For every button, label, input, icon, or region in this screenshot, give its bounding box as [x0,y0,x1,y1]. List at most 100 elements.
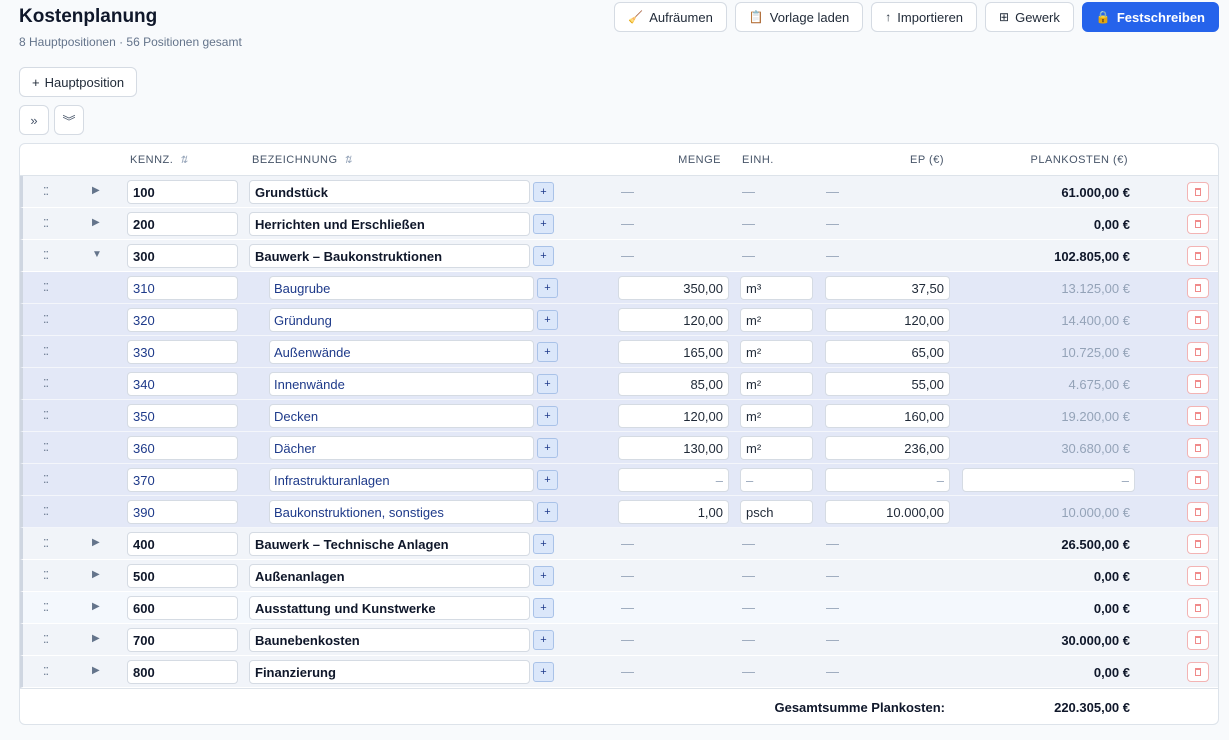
add-sub-position-button[interactable]: + [533,246,554,266]
drag-handle-icon[interactable]: ⁚⁚ [43,473,49,486]
name-input[interactable]: Bauwerk – Baukonstruktionen [249,244,530,268]
load-template-button[interactable]: 📋 Vorlage laden [734,2,864,32]
unit-input[interactable]: m² [740,340,813,364]
unit-price-input[interactable]: 10.000,00 [825,500,950,524]
name-input[interactable]: Finanzierung [249,660,530,684]
add-sub-position-button[interactable]: + [537,502,558,522]
add-sub-position-button[interactable]: + [537,310,558,330]
add-sub-position-button[interactable]: + [537,470,558,490]
delete-button[interactable] [1187,406,1209,426]
code-input[interactable]: 320 [127,308,238,332]
unit-input[interactable]: m² [740,372,813,396]
delete-button[interactable] [1187,662,1209,682]
code-input[interactable]: 310 [127,276,238,300]
name-input[interactable]: Baukonstruktionen, sonstiges [269,500,534,524]
collapse-all-button[interactable]: ︾ [54,105,84,135]
unit-price-input[interactable]: 55,00 [825,372,950,396]
delete-button[interactable] [1187,470,1209,490]
delete-button[interactable] [1187,438,1209,458]
drag-handle-icon[interactable]: ⁚⁚ [43,409,49,422]
unit-price-input[interactable]: 37,50 [825,276,950,300]
drag-handle-icon[interactable]: ⁚⁚ [43,281,49,294]
drag-handle-icon[interactable]: ⁚⁚ [43,569,49,582]
name-input[interactable]: Decken [269,404,534,428]
column-header-name[interactable]: BEZEICHNUNG ⇅ [252,154,352,166]
unit-price-input[interactable]: 236,00 [825,436,950,460]
commit-button[interactable]: 🔒 Festschreiben [1081,2,1219,32]
unit-input[interactable]: m² [740,404,813,428]
name-input[interactable]: Baunebenkosten [249,628,530,652]
unit-input[interactable]: m² [740,436,813,460]
qty-input[interactable]: 85,00 [618,372,729,396]
name-input[interactable]: Bauwerk – Technische Anlagen [249,532,530,556]
delete-button[interactable] [1187,534,1209,554]
name-input[interactable]: Außenwände [269,340,534,364]
add-sub-position-button[interactable]: + [533,566,554,586]
add-main-position-button[interactable]: + Hauptposition [19,67,138,97]
delete-button[interactable] [1187,342,1209,362]
add-sub-position-button[interactable]: + [537,342,558,362]
add-sub-position-button[interactable]: + [533,630,554,650]
drag-handle-icon[interactable]: ⁚⁚ [43,185,49,198]
chevron-right-icon[interactable]: ▶ [92,601,100,612]
code-input[interactable]: 390 [127,500,238,524]
name-input[interactable]: Innenwände [269,372,534,396]
delete-button[interactable] [1187,566,1209,586]
add-sub-position-button[interactable]: + [537,438,558,458]
drag-handle-icon[interactable]: ⁚⁚ [43,665,49,678]
delete-button[interactable] [1187,630,1209,650]
delete-button[interactable] [1187,598,1209,618]
delete-button[interactable] [1187,246,1209,266]
drag-handle-icon[interactable]: ⁚⁚ [43,217,49,230]
import-button[interactable]: ↑ Importieren [871,2,978,32]
delete-button[interactable] [1187,374,1209,394]
code-input[interactable]: 340 [127,372,238,396]
code-input[interactable]: 700 [127,628,238,652]
add-sub-position-button[interactable]: + [537,406,558,426]
qty-input[interactable]: 120,00 [618,404,729,428]
delete-button[interactable] [1187,214,1209,234]
code-input[interactable]: 200 [127,212,238,236]
unit-input[interactable]: – [740,468,813,492]
qty-input[interactable]: 350,00 [618,276,729,300]
planned-cost-input[interactable]: – [962,468,1135,492]
delete-button[interactable] [1187,502,1209,522]
column-header-code[interactable]: KENNZ. ⇅ [130,154,188,166]
chevron-right-icon[interactable]: ▶ [92,217,100,228]
chevron-right-icon[interactable]: ▶ [92,665,100,676]
qty-input[interactable]: – [618,468,729,492]
chevron-down-icon[interactable]: ▼ [92,249,102,260]
add-sub-position-button[interactable]: + [533,534,554,554]
qty-input[interactable]: 165,00 [618,340,729,364]
delete-button[interactable] [1187,310,1209,330]
name-input[interactable]: Ausstattung und Kunstwerke [249,596,530,620]
add-sub-position-button[interactable]: + [533,214,554,234]
name-input[interactable]: Baugrube [269,276,534,300]
cleanup-button[interactable]: 🧹 Aufräumen [614,2,727,32]
drag-handle-icon[interactable]: ⁚⁚ [43,313,49,326]
code-input[interactable]: 300 [127,244,238,268]
qty-input[interactable]: 1,00 [618,500,729,524]
chevron-right-icon[interactable]: ▶ [92,185,100,196]
code-input[interactable]: 370 [127,468,238,492]
name-input[interactable]: Herrichten und Erschließen [249,212,530,236]
code-input[interactable]: 800 [127,660,238,684]
drag-handle-icon[interactable]: ⁚⁚ [43,249,49,262]
name-input[interactable]: Dächer [269,436,534,460]
add-sub-position-button[interactable]: + [537,374,558,394]
add-sub-position-button[interactable]: + [533,598,554,618]
drag-handle-icon[interactable]: ⁚⁚ [43,505,49,518]
expand-all-button[interactable]: » [19,105,49,135]
drag-handle-icon[interactable]: ⁚⁚ [43,441,49,454]
qty-input[interactable]: 120,00 [618,308,729,332]
name-input[interactable]: Gründung [269,308,534,332]
name-input[interactable]: Außenanlagen [249,564,530,588]
code-input[interactable]: 500 [127,564,238,588]
delete-button[interactable] [1187,278,1209,298]
unit-price-input[interactable]: 120,00 [825,308,950,332]
add-sub-position-button[interactable]: + [533,182,554,202]
code-input[interactable]: 330 [127,340,238,364]
drag-handle-icon[interactable]: ⁚⁚ [43,633,49,646]
unit-price-input[interactable]: 160,00 [825,404,950,428]
drag-handle-icon[interactable]: ⁚⁚ [43,377,49,390]
